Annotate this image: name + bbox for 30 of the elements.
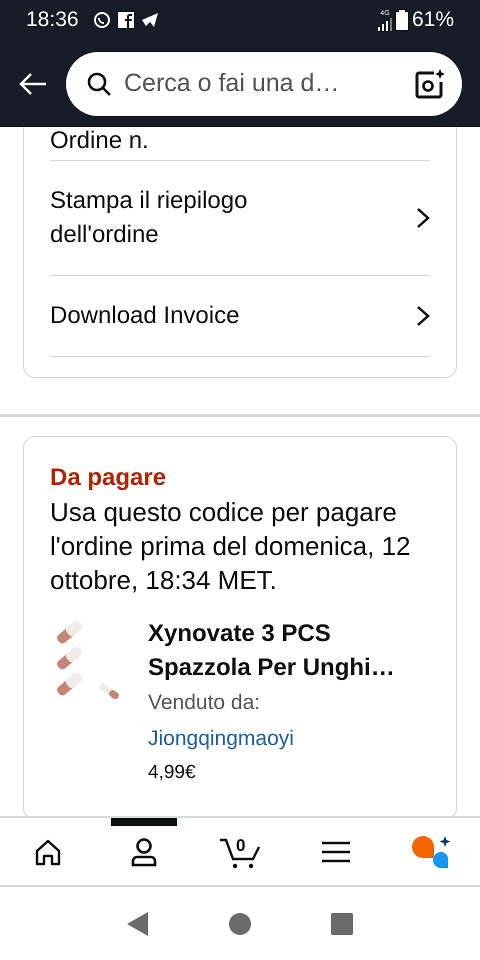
back-arrow-icon[interactable] [18,72,48,96]
battery-level: 61% [412,7,454,34]
home-icon[interactable] [229,912,251,934]
person-icon [129,836,159,866]
home-icon [34,838,62,866]
product-price: 4,99€ [148,761,197,785]
menu-icon [321,840,351,864]
chat-app-icon [92,11,111,29]
chevron-right-icon [416,305,430,327]
nav-tab[interactable]: 0 [207,818,273,885]
battery-icon [396,10,408,30]
payment-message: Usa questo codice per pagare l'ordine prima del domenica, 12 ottobre, 18:34 MET. [50,496,412,597]
seller-link[interactable]: Jiongqingmaoyi [148,721,430,757]
cart-count: 0 [236,837,246,854]
payment-status: Da pagare [50,463,168,493]
recents-icon[interactable] [331,912,353,934]
status-time: 18:36 [26,7,79,34]
order-action-row[interactable]: Download Invoice [50,276,430,357]
search-icon [86,70,112,96]
product-title[interactable]: Xynovate 3 PCS Spazzola Per Unghi… [148,617,438,685]
order-action-row[interactable]: Stampa il riepilogo dell'ordine [50,161,430,276]
order-number-label: Ordine n. [50,127,150,156]
send-icon [140,12,159,28]
search-bar[interactable]: Cerca o fai una d… [66,52,462,116]
camera-icon[interactable] [414,68,446,100]
chevron-right-icon [416,207,430,229]
assistant-icon [411,834,453,870]
back-icon[interactable] [127,912,149,936]
social-app-icon [116,11,135,29]
sold-by-label: Venduto da: [148,690,262,716]
